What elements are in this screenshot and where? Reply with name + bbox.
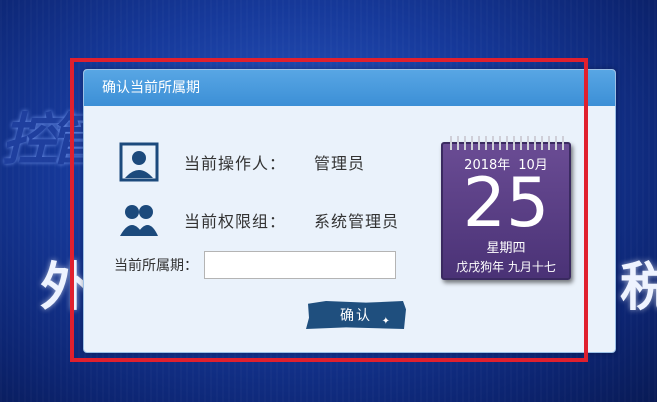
background-char: 税 <box>620 258 657 318</box>
highlight-frame <box>70 58 588 362</box>
